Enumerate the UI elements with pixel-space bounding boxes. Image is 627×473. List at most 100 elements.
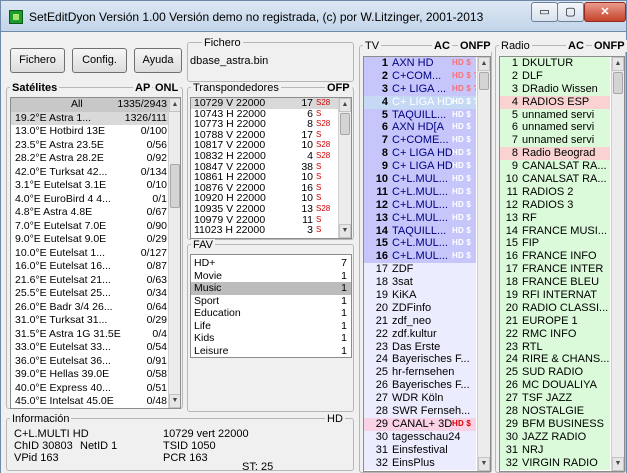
transponder-row[interactable]: 11023 H 22000 3 S <box>191 225 339 236</box>
tv-channel-list[interactable]: 1 AXN HD HD $ 2 C+COM... HD $ ? 3 C+ LIGA ... HD… <box>363 56 491 472</box>
tv-channel-row[interactable]: 10 C+L.MUL... HD $ <box>364 173 476 186</box>
transponder-row[interactable]: 10935 V 22000 13 S28 <box>191 204 339 215</box>
fichero-button[interactable]: Fichero <box>10 48 65 73</box>
fav-item[interactable]: Life 1 <box>191 320 351 333</box>
transponder-row[interactable]: 10729 V 22000 17 S28 <box>191 98 339 109</box>
config-button[interactable]: Config. <box>72 48 127 73</box>
tv-channel-row[interactable]: 9 C+ LIGA HD HD $ <box>364 160 476 174</box>
scroll-thumb[interactable] <box>340 113 350 135</box>
radio-channel-row[interactable]: 28 NOSTALGIE <box>500 405 610 418</box>
radio-channel-row[interactable]: 26 MC DOUALIYA <box>500 379 610 393</box>
radio-channel-row[interactable]: 24 RIRE & CHANS... <box>500 353 610 367</box>
tv-channel-row[interactable]: 6 AXN HD[A HD $ <box>364 121 476 135</box>
tv-channel-row[interactable]: 5 TAQUILL... HD $ <box>364 108 476 122</box>
fav-item[interactable]: Kids 1 <box>191 332 351 345</box>
radio-channel-row[interactable]: 19 RFI INTERNAT <box>500 289 610 302</box>
tv-channel-row[interactable]: 25 hr-fernsehen <box>364 366 476 380</box>
radio-channel-row[interactable]: 5 unnamed servi <box>500 108 610 122</box>
scroll-down-icon[interactable]: ▼ <box>339 224 351 238</box>
radio-channel-row[interactable]: 27 TSF JAZZ <box>500 392 610 406</box>
tv-channel-row[interactable]: 31 Einsfestival <box>364 443 476 457</box>
tv-channel-row[interactable]: 23 Das Erste <box>364 340 476 354</box>
tv-channel-row[interactable]: 13 C+L.MUL... HD $ <box>364 211 476 225</box>
scroll-up-icon[interactable]: ▲ <box>612 57 624 71</box>
list-item[interactable]: 4.0°E EuroBird 4 4... 0/1 <box>11 193 169 207</box>
tv-channel-row[interactable]: 22 zdf.kultur <box>364 327 476 341</box>
transponder-row[interactable]: 10920 H 22000 10 S <box>191 193 339 204</box>
tv-channel-row[interactable]: 4 C+ LIGA HD HD $ ? <box>364 95 476 109</box>
list-item[interactable]: 31.5°E Astra 1G 31.5E 0/4 <box>11 328 169 342</box>
radio-channel-row[interactable]: 7 unnamed servi <box>500 134 610 148</box>
radio-channel-row[interactable]: 17 FRANCE INTER <box>500 263 610 277</box>
transponder-row[interactable]: 10773 H 22000 8 S28 <box>191 119 339 130</box>
tv-channel-row[interactable]: 30 tagesschau24 <box>364 430 476 444</box>
tv-channel-row[interactable]: 11 C+L.MUL... HD $ <box>364 185 476 199</box>
tv-channel-row[interactable]: 27 WDR Köln <box>364 392 476 406</box>
scroll-up-icon[interactable]: ▲ <box>339 98 351 112</box>
transponder-row[interactable]: 10743 H 22000 6 S <box>191 109 339 120</box>
scroll-up-icon[interactable]: ▲ <box>478 57 490 71</box>
tv-channel-row[interactable]: 32 EinsPlus <box>364 456 476 470</box>
fav-item[interactable]: Leisure 1 <box>191 345 351 358</box>
radio-channel-list[interactable]: 1 DKULTUR 2 DLF 3 DRadio Wissen 4 RADIOS ESP 5 un… <box>499 56 625 472</box>
scroll-down-icon[interactable]: ▼ <box>169 394 180 408</box>
ayuda-button[interactable]: Ayuda <box>134 48 182 73</box>
radio-channel-row[interactable]: 20 RADIO CLASSI... <box>500 301 610 315</box>
tv-channel-row[interactable]: 18 3sat <box>364 276 476 290</box>
scroll-thumb[interactable] <box>479 72 489 90</box>
tv-channel-row[interactable]: 16 C+L.MUL... HD $ <box>364 250 476 264</box>
list-item[interactable]: 45.0°E Intelsat 45.0E 0/48 <box>11 395 169 408</box>
tv-channel-row[interactable]: 21 zdf_neo <box>364 314 476 328</box>
radio-channel-row[interactable]: 32 VIRGIN RADIO <box>500 456 610 470</box>
radio-channel-row[interactable]: 16 FRANCE INFO <box>500 250 610 264</box>
transponder-row[interactable]: 10979 V 22000 11 S <box>191 215 339 226</box>
radio-channel-row[interactable]: 2 DLF <box>500 69 610 83</box>
radio-channel-row[interactable]: 30 JAZZ RADIO <box>500 430 610 444</box>
scroll-down-icon[interactable]: ▼ <box>478 457 490 471</box>
list-item[interactable]: 33.0°E Eutelsat 33... 0/54 <box>11 341 169 355</box>
list-item[interactable]: 28.2°E Astra 28.2E 0/92 <box>11 152 169 166</box>
minimize-button[interactable]: ▭ <box>531 2 558 22</box>
transponder-row[interactable]: 10817 V 22000 10 S28 <box>191 140 339 151</box>
radio-channel-row[interactable]: 13 RF <box>500 211 610 225</box>
radio-channel-row[interactable]: 23 RTL <box>500 340 610 354</box>
tv-channel-row[interactable]: 7 C+COME... HD $ <box>364 134 476 148</box>
radio-channel-row[interactable]: 29 BFM BUSINESS <box>500 417 610 431</box>
list-item[interactable]: 23.5°E Astra 23.5E 0/56 <box>11 139 169 153</box>
satellites-scrollbar[interactable]: ▲ ▼ <box>168 98 180 408</box>
scroll-thumb[interactable] <box>170 164 180 208</box>
fav-item[interactable]: Sport 1 <box>191 295 351 308</box>
tv-channel-row[interactable]: 8 C+ LIGA HD HD $ <box>364 147 476 161</box>
tv-channel-row[interactable]: 19 KiKA <box>364 289 476 302</box>
scroll-down-icon[interactable]: ▼ <box>612 457 624 471</box>
list-item[interactable]: 42.0°E Turksat 42... 0/134 <box>11 166 169 180</box>
list-item[interactable]: 4.8°E Astra 4.8E 0/67 <box>11 206 169 220</box>
radio-channel-row[interactable]: 4 RADIOS ESP <box>500 95 610 109</box>
radio-channel-row[interactable]: 12 RADIOS 3 <box>500 198 610 212</box>
radio-channel-row[interactable]: 9 CANALSAT RA... <box>500 160 610 174</box>
radio-channel-row[interactable]: 10 CANALSAT RA... <box>500 173 610 186</box>
transponder-row[interactable]: 10832 H 22000 4 S28 <box>191 151 339 162</box>
tv-channel-row[interactable]: 28 SWR Fernseh... <box>364 405 476 418</box>
close-button[interactable]: ✕ <box>584 2 626 22</box>
list-item[interactable]: All 1335/2943 <box>11 98 169 112</box>
scroll-thumb[interactable] <box>613 72 623 94</box>
list-item[interactable]: 3.1°E Eutelsat 3.1E 0/10 <box>11 179 169 193</box>
tv-channel-row[interactable]: 15 C+L.MUL... HD $ <box>364 237 476 251</box>
fav-item[interactable]: Movie 1 <box>191 270 351 283</box>
tv-channel-row[interactable]: 12 C+L.MUL... HD $ <box>364 198 476 212</box>
list-item[interactable]: 36.0°E Eutelsat 36... 0/91 <box>11 355 169 369</box>
list-item[interactable]: 25.5°E Eutelsat 25... 0/34 <box>11 287 169 301</box>
tv-channel-row[interactable]: 26 Bayerisches F... <box>364 379 476 393</box>
list-item[interactable]: 19.2°E Astra 1... 1326/111 <box>11 111 169 125</box>
scroll-up-icon[interactable]: ▲ <box>169 98 180 112</box>
tv-channel-row[interactable]: 20 ZDFinfo <box>364 301 476 315</box>
radio-channel-row[interactable]: 31 NRJ <box>500 443 610 457</box>
transponder-row[interactable]: 10861 H 22000 10 S <box>191 172 339 183</box>
transponders-list[interactable]: 10729 V 22000 17 S28 10743 H 22000 6 S 10773 H… <box>190 97 352 239</box>
radio-channel-row[interactable]: 3 DRadio Wissen <box>500 82 610 96</box>
radio-channel-row[interactable]: 21 EUROPE 1 <box>500 314 610 328</box>
satellites-list[interactable]: All 1335/2943 19.2°E Astra 1... 1326/111 13.… <box>10 97 181 409</box>
list-item[interactable]: 39.0°E Hellas 39.0E 0/58 <box>11 368 169 382</box>
tv-scrollbar[interactable]: ▲ ▼ <box>477 57 490 471</box>
